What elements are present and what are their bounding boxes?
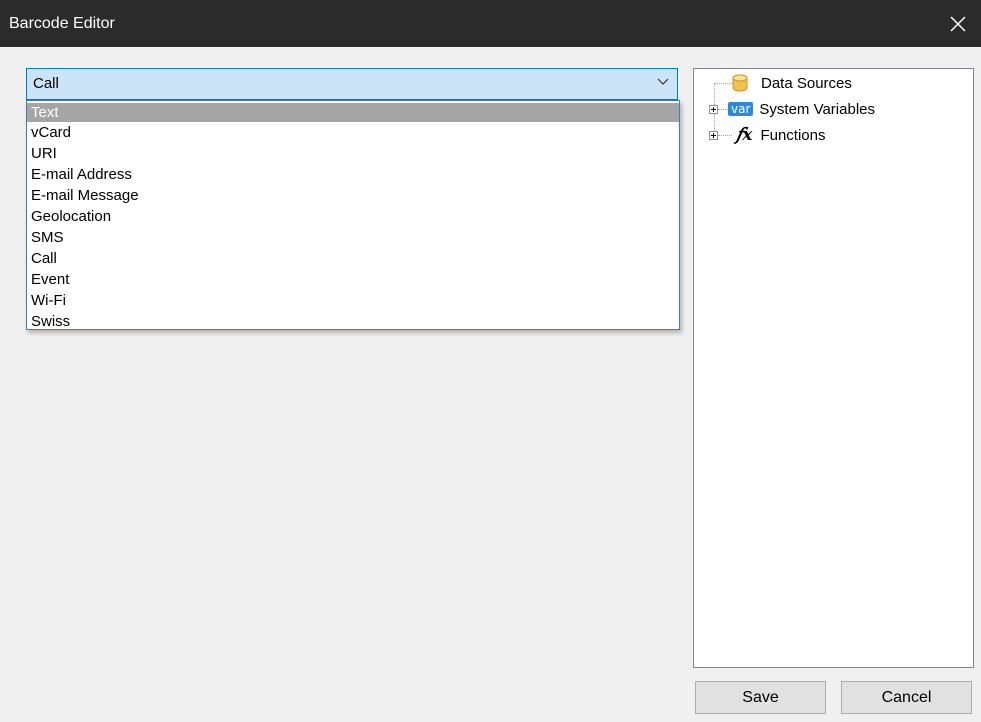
dropdown-option-vcard[interactable]: vCard: [27, 122, 679, 143]
save-button[interactable]: Save: [695, 681, 826, 714]
tree-item-label: Data Sources: [761, 74, 852, 92]
combobox-dropdown-list: Text vCard URI E-mail Address E-mail Mes…: [26, 100, 680, 330]
dropdown-option-call[interactable]: Call: [27, 248, 679, 269]
tree-item-system-variables[interactable]: var System Variables: [728, 98, 875, 120]
dropdown-option-sms[interactable]: SMS: [27, 227, 679, 248]
tree-item-label: Functions: [760, 126, 826, 144]
dropdown-option-event[interactable]: Event: [27, 269, 679, 290]
dictionary-tree[interactable]: Data Sources var System Variables 𝑓x Fun…: [693, 68, 974, 668]
barcode-type-combobox[interactable]: Call: [26, 68, 678, 100]
chevron-down-icon: [657, 78, 669, 85]
dropdown-option-geolocation[interactable]: Geolocation: [27, 206, 679, 227]
var-icon: var: [728, 102, 754, 116]
function-icon: 𝑓x: [736, 125, 753, 145]
close-icon: [950, 15, 966, 32]
dropdown-option-uri[interactable]: URI: [27, 143, 679, 164]
tree-line: [718, 109, 728, 110]
dropdown-option-swiss[interactable]: Swiss: [27, 311, 679, 332]
window-title: Barcode Editor: [9, 15, 115, 32]
dropdown-option-email-address[interactable]: E-mail Address: [27, 164, 679, 185]
combobox-value: Call: [33, 75, 59, 92]
tree-item-data-sources[interactable]: Data Sources: [732, 72, 852, 94]
close-button[interactable]: [935, 0, 981, 47]
tree-line: [714, 83, 732, 84]
title-bar: Barcode Editor: [0, 0, 981, 47]
database-icon: [732, 74, 748, 92]
dropdown-option-wifi[interactable]: Wi-Fi: [27, 290, 679, 311]
tree-item-label: System Variables: [759, 100, 875, 118]
dropdown-option-text[interactable]: Text: [27, 103, 679, 122]
tree-item-functions[interactable]: 𝑓x Functions: [736, 124, 825, 146]
tree-line: [718, 135, 732, 136]
expand-system-variables-button[interactable]: [709, 105, 718, 114]
expand-functions-button[interactable]: [709, 131, 718, 140]
cancel-button[interactable]: Cancel: [841, 681, 972, 714]
dropdown-option-email-message[interactable]: E-mail Message: [27, 185, 679, 206]
